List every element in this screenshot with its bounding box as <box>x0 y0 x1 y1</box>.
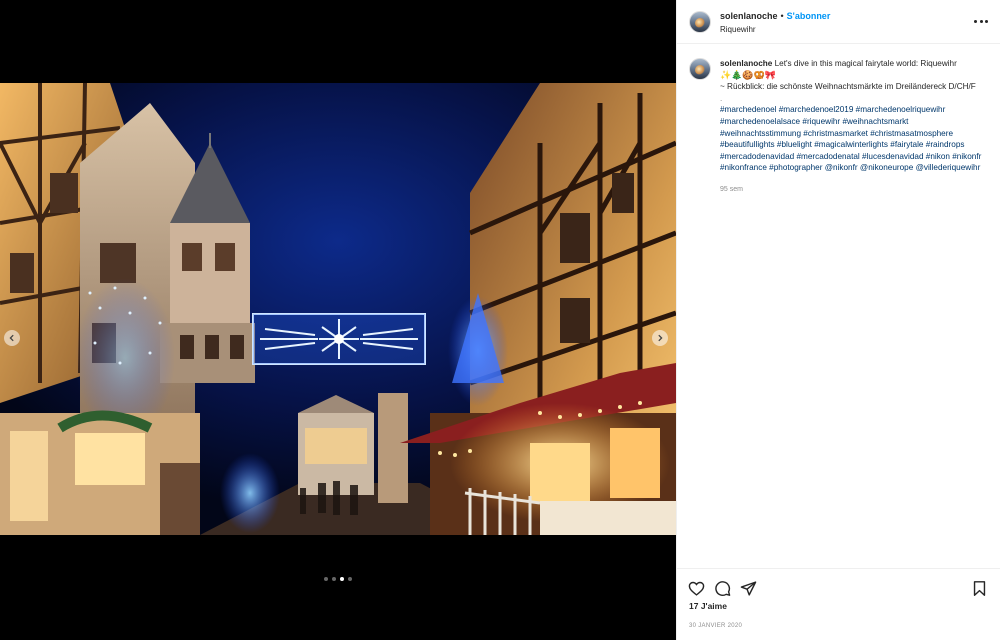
carousel-indicator <box>0 577 676 581</box>
post-header: solenlanoche • S'abonner Riquewihr <box>677 0 1000 44</box>
comments-area: solenlanoche Let's dive in this magical … <box>677 44 1000 569</box>
header-text: solenlanoche • S'abonner Riquewihr <box>720 8 830 36</box>
hashtag-link[interactable]: @nikoneurope <box>860 163 913 172</box>
carousel-next-button[interactable] <box>652 330 668 346</box>
caption: solenlanoche Let's dive in this magical … <box>720 58 988 568</box>
username-link[interactable]: solenlanoche <box>720 11 778 21</box>
media-viewer <box>0 0 676 640</box>
carousel-prev-button[interactable] <box>4 330 20 346</box>
comment-button[interactable] <box>711 577 733 599</box>
caption-time-ago: 95 sem <box>720 185 743 193</box>
post-date: 30 JANVIER 2020 <box>689 623 743 629</box>
hashtag-link[interactable]: #nikonfr <box>952 152 981 161</box>
caption-spacer: . <box>720 93 723 103</box>
share-button[interactable] <box>737 577 759 599</box>
caption-emojis: ✨🎄🍪🥨🎀 <box>720 69 777 80</box>
post-photo[interactable] <box>0 83 676 535</box>
hashtag-list: #marchedenoel #marchedenoel2019 #marched… <box>720 104 988 174</box>
hashtag-link[interactable]: #weihnachtsstimmung <box>720 129 801 138</box>
post-details-panel: solenlanoche • S'abonner Riquewihr solenla… <box>676 0 1000 640</box>
location-link[interactable]: Riquewihr <box>720 23 830 36</box>
hashtag-link[interactable]: #marchedenoelalsace <box>720 117 800 126</box>
like-button[interactable] <box>685 577 707 599</box>
share-icon <box>740 580 756 596</box>
hashtag-link[interactable]: #nikonfrance <box>720 163 767 172</box>
avatar[interactable] <box>689 10 711 33</box>
hashtag-link[interactable]: #marchedenoelriquewihr <box>856 105 946 114</box>
hashtag-link[interactable]: #christmasatmosphere <box>870 129 953 138</box>
likes-count[interactable]: 17 J'aime <box>677 599 1000 615</box>
hashtag-link[interactable]: #marchedenoel2019 <box>779 105 854 114</box>
hashtag-link[interactable]: @villederiquewihr <box>916 163 981 172</box>
hashtag-link[interactable]: #fairytale <box>890 140 923 149</box>
carousel-dot <box>332 577 336 581</box>
caption-line-2: ~ Rückblick: die schönste Weihnachtsmärk… <box>720 82 976 92</box>
caption-line-1: Let's dive in this magical fairytale wor… <box>774 59 957 68</box>
hashtag-link[interactable]: #bluelight <box>777 140 812 149</box>
carousel-dot <box>324 577 328 581</box>
hashtag-link[interactable]: #riquewihr <box>802 117 840 126</box>
snowflake-banner <box>252 313 426 365</box>
save-button[interactable] <box>968 577 990 599</box>
hashtag-link[interactable]: #raindrops <box>926 140 965 149</box>
hashtag-link[interactable]: #nikon <box>926 152 950 161</box>
caption-avatar[interactable] <box>689 58 711 80</box>
comment-icon <box>714 580 730 596</box>
caption-username-link[interactable]: solenlanoche <box>720 59 772 68</box>
hashtag-link[interactable]: #weihnachtsmarkt <box>842 117 908 126</box>
more-options-icon[interactable] <box>974 15 988 27</box>
hashtag-link[interactable]: #magicalwinterlights <box>814 140 888 149</box>
heart-icon <box>688 581 704 596</box>
hashtag-link[interactable]: #mercadodenavidad <box>720 152 794 161</box>
carousel-dot-active <box>340 577 344 581</box>
separator-dot: • <box>780 11 784 21</box>
chevron-right-icon <box>658 334 663 342</box>
carousel-dot <box>348 577 352 581</box>
christmas-street-photo <box>0 83 676 535</box>
hashtag-link[interactable]: #photographer <box>769 163 822 172</box>
hashtag-link[interactable]: #mercadodenatal <box>796 152 859 161</box>
hashtag-link[interactable]: #marchedenoel <box>720 105 776 114</box>
hashtag-link[interactable]: @nikonfr <box>825 163 858 172</box>
bookmark-icon <box>973 580 985 596</box>
chevron-left-icon <box>9 334 14 342</box>
action-bar <box>677 569 1000 599</box>
hashtag-link[interactable]: #christmasmarket <box>803 129 868 138</box>
hashtag-link[interactable]: #beautifullights <box>720 140 775 149</box>
hashtag-link[interactable]: #lucesdenavidad <box>862 152 923 161</box>
follow-button[interactable]: S'abonner <box>787 11 831 21</box>
